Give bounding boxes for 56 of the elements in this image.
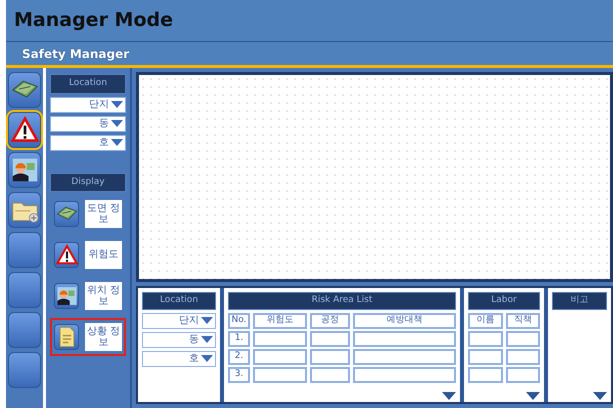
caret-icon bbox=[111, 101, 123, 108]
location-dropdown[interactable]: 동 bbox=[50, 116, 126, 132]
row-number: 2. bbox=[228, 348, 250, 364]
section-header: Risk Area List bbox=[228, 292, 456, 310]
caret-icon bbox=[201, 317, 213, 324]
caret-icon bbox=[201, 355, 213, 362]
table-cell bbox=[468, 366, 502, 382]
display-item[interactable]: 상황 정보 bbox=[50, 318, 126, 356]
table-cell bbox=[253, 348, 307, 364]
column-header: 이름 bbox=[468, 312, 502, 328]
warning-icon bbox=[56, 244, 78, 266]
section-header: Display bbox=[50, 172, 126, 192]
table-cell bbox=[506, 330, 540, 346]
scroll-down-icon[interactable] bbox=[526, 392, 540, 400]
scroll-down-icon[interactable] bbox=[593, 392, 607, 400]
location-dropdown[interactable]: 단지 bbox=[50, 96, 126, 112]
column-header: 공정 bbox=[310, 312, 350, 328]
table-cell bbox=[310, 348, 350, 364]
rail-button[interactable] bbox=[8, 192, 41, 228]
warning-icon bbox=[10, 116, 38, 144]
table-cell bbox=[310, 366, 350, 382]
section-header: Location bbox=[142, 292, 216, 310]
table-cell bbox=[506, 348, 540, 364]
subtitle: Safety Manager bbox=[22, 46, 130, 62]
rail-button[interactable] bbox=[8, 152, 41, 188]
column-header: 위험도 bbox=[253, 312, 307, 328]
column-header: No. bbox=[228, 312, 250, 328]
display-item[interactable]: 위험도 bbox=[50, 236, 126, 274]
display-item[interactable]: 위치 정보 bbox=[50, 277, 126, 315]
rail-button[interactable] bbox=[8, 112, 41, 148]
worker-icon bbox=[56, 285, 78, 307]
section-header: Labor bbox=[468, 292, 540, 310]
column-header: 직책 bbox=[506, 312, 540, 328]
location-dropdown[interactable]: 호 bbox=[142, 350, 216, 366]
row-number: 1. bbox=[228, 330, 250, 346]
table-cell bbox=[506, 366, 540, 382]
caret-icon bbox=[111, 139, 123, 146]
table-cell bbox=[253, 366, 307, 382]
row-number: 3. bbox=[228, 366, 250, 382]
table-cell bbox=[468, 348, 502, 364]
caret-icon bbox=[111, 120, 123, 127]
table-cell bbox=[310, 330, 350, 346]
location-dropdown[interactable]: 호 bbox=[50, 134, 126, 150]
rail-button[interactable] bbox=[8, 72, 41, 108]
location-dropdown[interactable]: 단지 bbox=[142, 312, 216, 328]
section-header: 비고 bbox=[552, 292, 607, 310]
section-header: Location bbox=[50, 74, 126, 94]
display-item[interactable]: 도면 정보 bbox=[50, 195, 126, 233]
location-dropdown[interactable]: 동 bbox=[142, 332, 216, 348]
column-header: 예방대책 bbox=[353, 312, 456, 328]
table-cell bbox=[253, 330, 307, 346]
scroll-down-icon[interactable] bbox=[442, 392, 456, 400]
table-cell bbox=[468, 330, 502, 346]
window-title: Manager Mode bbox=[14, 8, 173, 34]
worker-icon bbox=[10, 156, 38, 184]
caret-icon bbox=[201, 336, 213, 343]
